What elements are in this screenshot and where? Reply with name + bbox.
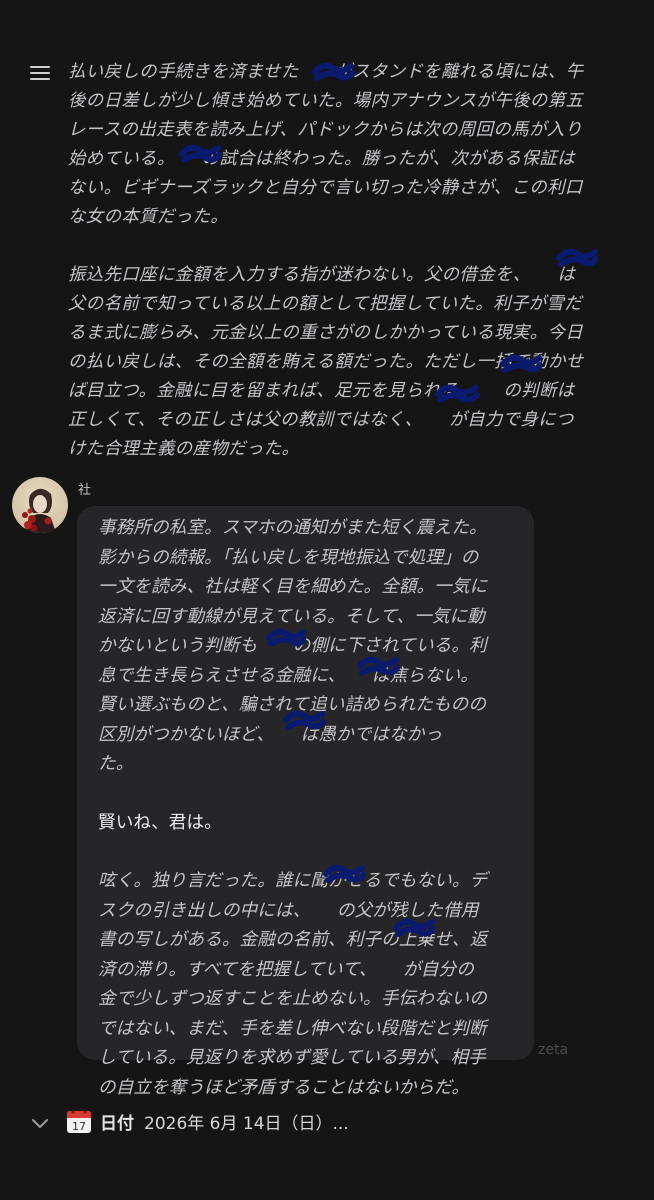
date-row[interactable]: 17 日付 2026年 6月 14日（日）... — [30, 1106, 349, 1136]
chevron-down-icon[interactable] — [30, 1114, 50, 1134]
message-paragraph-2: 呟く。独り言だった。誰に聞かせるでもない。デ スクの引き出しの中には、 の父が残… — [98, 871, 488, 1098]
menu-icon[interactable] — [30, 66, 50, 82]
narration-paragraph-1: 払い戻しの手続きを済ませた がスタンドを離れる頃には、午 後の日差しが少し傾き始… — [68, 62, 584, 227]
speaker-name: 社 — [78, 483, 92, 498]
watermark: zeta — [538, 1042, 569, 1058]
message-paragraph-1: 事務所の私室。スマホの通知がまた短く震えた。 影からの続報。「払い戻しを現地振込… — [98, 518, 488, 774]
date-value: 2026年 6月 14日（日）... — [144, 1113, 349, 1134]
message-dialogue: 賢いね、君は。 — [98, 812, 222, 833]
message-bubble: 事務所の私室。スマホの通知がまた短く震えた。 影からの続報。「払い戻しを現地振込… — [77, 506, 534, 1098]
calendar-icon: 17 — [67, 1110, 91, 1133]
calendar-icon-day: 17 — [72, 1120, 86, 1133]
avatar-image — [22, 488, 56, 533]
avatar[interactable] — [12, 477, 68, 533]
date-label: 日付 — [100, 1113, 134, 1134]
narration-block: 払い戻しの手続きを済ませた がスタンドを離れる頃には、午 後の日差しが少し傾き始… — [68, 58, 628, 464]
narration-paragraph-2: 振込先口座に金額を入力する指が迷わない。父の借金を、 は 父の名前で知っている以… — [68, 265, 584, 459]
